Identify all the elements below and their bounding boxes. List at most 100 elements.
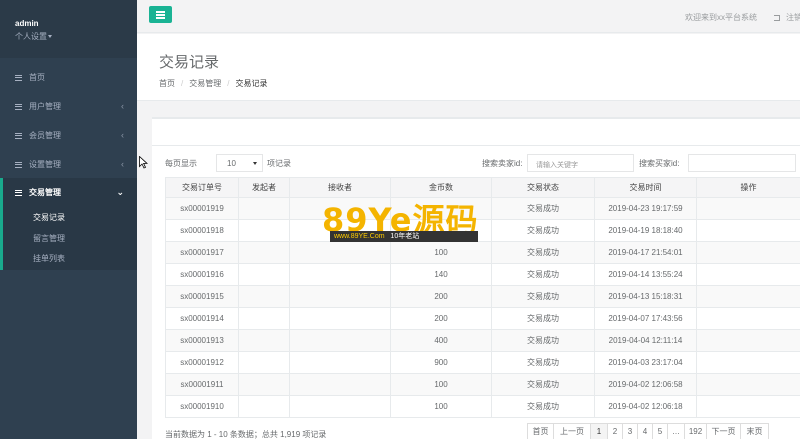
submenu-item-trade-records[interactable]: 交易记录 [33, 212, 65, 223]
seller-search-label: 搜索卖家id: [482, 159, 523, 168]
sidebar-item-label: 会员管理 [29, 131, 61, 140]
cell-actions[interactable] [696, 329, 800, 352]
column-header-order-id[interactable]: 交易订单号 [165, 177, 239, 198]
cell-initiator [238, 307, 290, 330]
cell-order-id: sx00001916 [165, 263, 239, 286]
list-icon [15, 103, 22, 110]
column-header-coins[interactable]: 金币数 [390, 177, 492, 198]
sidebar-item-settings[interactable]: 设置管理 ‹ [0, 150, 137, 179]
list-icon [15, 132, 22, 139]
cell-time: 2019-04-19 18:18:40 [594, 219, 697, 242]
submenu-item-pending-orders[interactable]: 挂单列表 [33, 253, 65, 264]
cell-receiver [289, 351, 391, 374]
cell-receiver [289, 197, 391, 220]
table-info: 当前数据为 1 - 10 条数据；总共 1,919 项记录 [165, 430, 327, 439]
table-row[interactable]: sx00001918 交易成功 2019-04-19 18:18:40 [165, 219, 800, 242]
cell-actions[interactable] [696, 241, 800, 264]
cell-actions[interactable] [696, 395, 800, 418]
sidebar: admin 个人设置 首页 用户管理 ‹ 会员管理 ‹ 设置管理 ‹ 交易管理 ⌄ 交易… [0, 0, 137, 439]
cell-actions[interactable] [696, 197, 800, 220]
panel-header [152, 117, 800, 145]
breadcrumb-trade-management[interactable]: 交易管理 [189, 79, 221, 88]
pagination-item[interactable]: 末页 [740, 423, 769, 439]
sidebar-item-home[interactable]: 首页 [0, 63, 137, 92]
personal-settings-label[interactable]: 个人设置 [15, 32, 47, 41]
cell-time: 2019-04-07 17:43:56 [594, 307, 697, 330]
column-header-receiver[interactable]: 接收者 [289, 177, 391, 198]
cell-coins [390, 219, 492, 242]
column-header-time[interactable]: 交易时间 [594, 177, 697, 198]
pagination-item[interactable]: 3 [622, 423, 638, 439]
welcome-text: 欢迎来到xx平台系统 [685, 13, 757, 22]
sidebar-item-trades[interactable]: 交易管理 ⌄ [0, 178, 137, 207]
cell-order-id: sx00001917 [165, 241, 239, 264]
buyer-search-input[interactable] [688, 154, 796, 172]
caret-down-icon [48, 35, 52, 39]
table-row[interactable]: sx00001915 200 交易成功 2019-04-13 15:18:31 [165, 285, 800, 308]
personal-settings-dropdown[interactable]: 个人设置 [15, 31, 137, 42]
table-row[interactable]: sx00001916 140 交易成功 2019-04-14 13:55:24 [165, 263, 800, 286]
profile-block: admin 个人设置 [0, 0, 137, 58]
cell-actions[interactable] [696, 373, 800, 396]
menu-toggle-button[interactable] [149, 6, 172, 23]
pagination-item[interactable]: 1 [590, 423, 608, 439]
cell-order-id: sx00001910 [165, 395, 239, 418]
cell-receiver [289, 329, 391, 352]
cell-actions[interactable] [696, 263, 800, 286]
pagination-item[interactable]: 2 [607, 423, 623, 439]
list-icon [15, 161, 22, 168]
cell-initiator [238, 219, 290, 242]
menu-bar [156, 14, 165, 16]
page-length-value[interactable]: 10 [227, 159, 236, 168]
cell-coins: 140 [390, 263, 492, 286]
column-header-actions: 操作 [696, 177, 800, 198]
cell-actions[interactable] [696, 285, 800, 308]
cell-time: 2019-04-02 12:06:58 [594, 373, 697, 396]
cell-actions[interactable] [696, 307, 800, 330]
cell-order-id: sx00001914 [165, 307, 239, 330]
user-name: admin [15, 19, 39, 28]
cell-receiver [289, 373, 391, 396]
sidebar-item-label: 首页 [29, 73, 45, 82]
seller-search-input[interactable]: 请输入关键字 [527, 154, 634, 172]
table-row[interactable]: sx00001911 100 交易成功 2019-04-02 12:06:58 [165, 373, 800, 396]
breadcrumb-separator: / [181, 79, 184, 88]
pagination-item[interactable]: 4 [637, 423, 653, 439]
breadcrumb-separator: / [227, 79, 230, 88]
column-header-initiator[interactable]: 发起者 [238, 177, 290, 198]
breadcrumb-home[interactable]: 首页 [159, 79, 175, 88]
breadcrumb: 首页 / 交易管理 / 交易记录 [159, 78, 267, 89]
table-row[interactable]: sx00001910 100 交易成功 2019-04-02 12:06:18 [165, 395, 800, 418]
content-area: 每页显示 10 项记录 搜索卖家id: 请输入关键字 搜索买家id: 交易订单号… [137, 101, 800, 439]
table-row[interactable]: sx00001917 100 交易成功 2019-04-17 21:54:01 [165, 241, 800, 264]
pagination-item[interactable]: 上一页 [553, 423, 591, 439]
cell-time: 2019-04-14 13:55:24 [594, 263, 697, 286]
pagination-item[interactable]: 首页 [527, 423, 554, 439]
logout-link[interactable]: 注销 [774, 12, 800, 23]
table-row[interactable]: sx00001913 400 交易成功 2019-04-04 12:11:14 [165, 329, 800, 352]
logout-label[interactable]: 注销 [786, 13, 800, 22]
cell-status: 交易成功 [491, 395, 595, 418]
table-row[interactable]: sx00001914 200 交易成功 2019-04-07 17:43:56 [165, 307, 800, 330]
cell-coins: 400 [390, 329, 492, 352]
cell-actions[interactable] [696, 219, 800, 242]
list-icon [15, 189, 22, 196]
sidebar-item-users[interactable]: 用户管理 ‹ [0, 92, 137, 121]
cell-order-id: sx00001913 [165, 329, 239, 352]
pagination-item[interactable]: 5 [652, 423, 668, 439]
pagination-item[interactable]: 192 [684, 423, 707, 439]
pagination: 首页 上一页 1 2 3 4 5… 192 下一页 末页 [527, 423, 769, 439]
table-row[interactable]: sx00001912 900 交易成功 2019-04-03 23:17:04 [165, 351, 800, 374]
cell-status: 交易成功 [491, 351, 595, 374]
pagination-item[interactable]: 下一页 [706, 423, 741, 439]
cell-coins: 900 [390, 351, 492, 374]
submenu-item-messages[interactable]: 留言管理 [33, 233, 65, 244]
table-header-row: 交易订单号 发起者 接收者 金币数 交易状态 交易时间 操作 [165, 177, 800, 198]
cell-order-id: sx00001911 [165, 373, 239, 396]
sidebar-item-members[interactable]: 会员管理 ‹ [0, 121, 137, 150]
cell-receiver [289, 219, 391, 242]
table-row[interactable]: sx00001919 交易成功 2019-04-23 19:17:59 [165, 197, 800, 220]
cell-actions[interactable] [696, 351, 800, 374]
page-length-select[interactable]: 10 [216, 154, 263, 172]
column-header-status[interactable]: 交易状态 [491, 177, 595, 198]
